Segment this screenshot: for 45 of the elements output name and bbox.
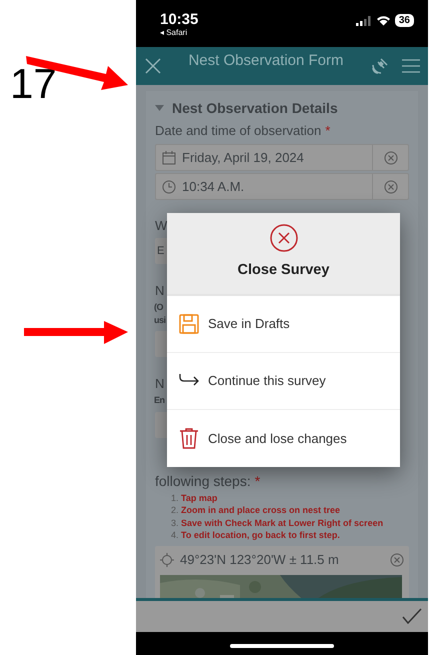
calendar-icon [162, 150, 176, 164]
date-field[interactable]: Friday, April 19, 2024 [155, 144, 409, 171]
status-time: 10:35 [160, 12, 198, 28]
hint-text: (O [154, 301, 163, 314]
dialog-title: Close Survey [238, 261, 330, 280]
menu-option[interactable]: Save in Drafts [167, 296, 400, 353]
input-field[interactable] [155, 412, 167, 438]
check-icon [402, 608, 422, 624]
annotation-number: 17 [10, 63, 57, 105]
required-mark: * [325, 123, 330, 139]
field-label: N [155, 376, 164, 392]
field-label: W [155, 218, 168, 234]
time-field[interactable]: 10:34 A.M. [155, 173, 409, 200]
location-field[interactable]: 49°23'N 123°20'W ± 11.5 m [155, 546, 409, 598]
required-mark: * [254, 473, 260, 490]
menu-option[interactable]: Continue this survey [167, 353, 400, 410]
battery-indicator: 36 [394, 14, 414, 27]
crosshair-icon [160, 552, 174, 567]
instruction-step: 2. Zoom in and place cross on nest tree [171, 504, 409, 517]
location-value: 49°23'N 123°20'W ± 11.5 m [180, 550, 340, 569]
clear-icon [384, 150, 398, 164]
hint-text: En [154, 394, 165, 407]
instruction-step: 4. To edit location, go back to first step. [171, 529, 409, 542]
form-title: Nest Observation Form [187, 51, 345, 71]
clock-icon [162, 180, 176, 194]
field-label: Date and time of observation [155, 123, 322, 139]
field-label: N [155, 283, 164, 299]
clear-icon[interactable] [390, 552, 404, 567]
back-link[interactable]: ◂ Safari [160, 28, 198, 38]
section-header[interactable]: Nest Observation Details [155, 99, 409, 117]
input-field[interactable] [155, 331, 167, 357]
trash-icon [179, 428, 199, 449]
close-icon [270, 224, 298, 252]
signal-icon [356, 16, 372, 26]
hint-text: usi [154, 314, 166, 327]
satellite-icon[interactable] [370, 56, 390, 76]
menu-option[interactable]: Close and lose changes [167, 410, 400, 467]
instruction-step: 1. Tap map [171, 492, 409, 504]
instruction-step: 3. Save with Check Mark at Lower Right of screen [171, 516, 409, 530]
input-field[interactable]: E [155, 238, 167, 264]
field-label: following steps: [155, 473, 251, 490]
close-icon [144, 56, 162, 75]
menu-icon [402, 58, 420, 74]
clear-icon [384, 180, 398, 194]
wifi-icon [376, 15, 391, 26]
